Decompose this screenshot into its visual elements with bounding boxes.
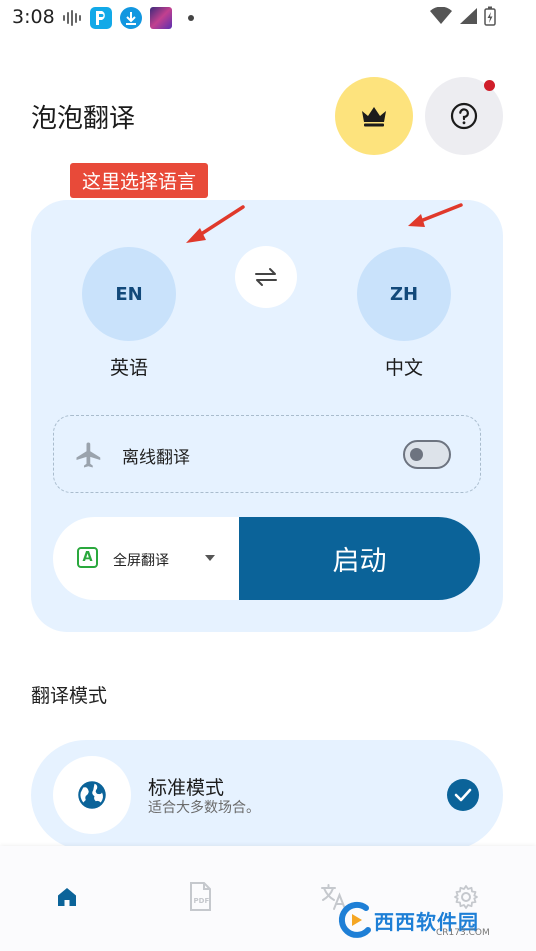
app-title: 泡泡翻译 xyxy=(31,104,136,134)
mode-description: 适合大多数场合。 xyxy=(148,800,260,816)
check-icon xyxy=(447,779,479,811)
globe-icon xyxy=(78,781,106,809)
more-notifications-dot-icon xyxy=(188,15,194,21)
source-language-code: EN xyxy=(115,283,143,305)
watermark-sub: CR173.COM xyxy=(436,928,490,938)
signal-icon xyxy=(460,8,477,24)
watermark-logo-icon xyxy=(338,901,371,938)
annotation-label: 这里选择语言 xyxy=(70,163,208,198)
chevron-down-icon xyxy=(205,555,215,561)
start-button[interactable]: 启动 xyxy=(239,517,480,600)
target-language-button[interactable]: ZH xyxy=(357,247,451,341)
target-language-name: 中文 xyxy=(384,357,423,379)
language-card: EN 英语 ZH 中文 离线翻译 A 全屏翻译 启动 xyxy=(31,200,503,632)
home-icon xyxy=(58,888,76,906)
source-language-button[interactable]: EN xyxy=(82,247,176,341)
help-icon xyxy=(450,102,478,130)
crown-icon xyxy=(362,107,386,127)
fullscreen-translate-icon: A xyxy=(77,547,98,568)
pdf-badge: PDF xyxy=(194,897,210,905)
status-notifications xyxy=(62,7,194,29)
status-bar: 3:08 xyxy=(0,0,536,36)
swap-languages-button[interactable] xyxy=(235,246,297,308)
audio-wave-icon xyxy=(63,10,81,26)
nav-pdf[interactable]: PDF xyxy=(180,882,220,912)
offline-translate-row[interactable]: 离线翻译 xyxy=(53,415,481,493)
pdf-icon: PDF xyxy=(190,882,211,911)
standard-mode-card[interactable]: 标准模式 适合大多数场合。 xyxy=(31,740,503,850)
source-language-name: 英语 xyxy=(109,357,148,379)
status-time: 3:08 xyxy=(12,6,55,28)
globe-icon-wrap xyxy=(53,756,131,834)
site-watermark: 西西软件园 CR173.COM xyxy=(336,898,520,942)
mode-name: 标准模式 xyxy=(148,777,225,799)
target-language-code: ZH xyxy=(389,283,419,305)
toggle-knob xyxy=(410,448,423,461)
notification-game-icon xyxy=(150,7,172,29)
download-icon xyxy=(120,7,142,29)
offline-translate-label: 离线翻译 xyxy=(122,448,190,468)
battery-icon xyxy=(484,6,496,26)
premium-button[interactable] xyxy=(335,77,413,155)
nav-home[interactable] xyxy=(47,882,87,912)
offline-toggle[interactable] xyxy=(403,440,451,469)
swap-icon xyxy=(255,268,277,286)
status-system-icons xyxy=(430,6,496,26)
wifi-icon xyxy=(430,7,452,24)
translate-mode-label: 全屏翻译 xyxy=(113,553,169,569)
translate-mode-dropdown[interactable]: A 全屏翻译 xyxy=(53,517,239,600)
section-title: 翻译模式 xyxy=(31,685,108,707)
airplane-icon xyxy=(76,442,101,468)
notification-badge xyxy=(484,80,495,91)
notification-app-p-icon xyxy=(90,7,112,29)
